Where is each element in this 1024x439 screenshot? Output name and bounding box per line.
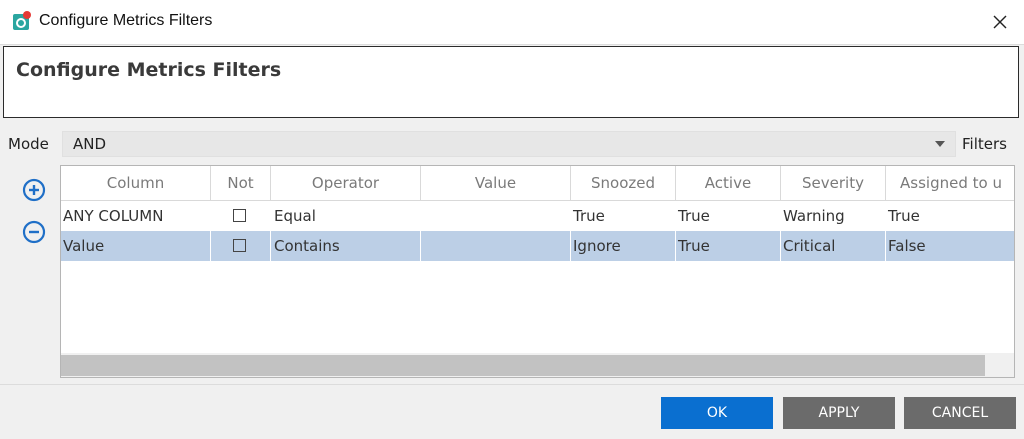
title-bar: Configure Metrics Filters bbox=[0, 0, 1024, 45]
not-checkbox[interactable] bbox=[233, 239, 246, 252]
page-title: Configure Metrics Filters bbox=[16, 59, 282, 81]
cell-snoozed[interactable]: Ignore bbox=[571, 231, 676, 261]
cell-column[interactable]: Value bbox=[61, 231, 211, 261]
cell-severity[interactable]: Critical bbox=[781, 231, 886, 261]
cell-severity[interactable]: Warning bbox=[781, 201, 886, 231]
horizontal-scrollbar[interactable] bbox=[61, 353, 1014, 377]
close-button[interactable] bbox=[976, 0, 1024, 44]
mode-label: Mode bbox=[8, 135, 49, 153]
chevron-down-icon bbox=[935, 141, 945, 147]
cell-operator[interactable]: Equal bbox=[271, 201, 421, 231]
cell-assigned[interactable]: False bbox=[886, 231, 1014, 261]
table-header: Column Not Operator Value Snoozed Active… bbox=[61, 166, 1014, 201]
cell-snoozed[interactable]: True bbox=[571, 201, 676, 231]
cell-active[interactable]: True bbox=[676, 231, 781, 261]
table-row-selected[interactable]: Value Contains Ignore True Critical Fals… bbox=[61, 231, 1014, 261]
column-header-assigned[interactable]: Assigned to u bbox=[886, 166, 1014, 200]
column-header-operator[interactable]: Operator bbox=[271, 166, 421, 200]
remove-filter-icon[interactable] bbox=[22, 220, 46, 244]
filters-table: Column Not Operator Value Snoozed Active… bbox=[60, 165, 1015, 378]
column-header-snoozed[interactable]: Snoozed bbox=[571, 166, 676, 200]
header-panel: Configure Metrics Filters bbox=[3, 46, 1019, 118]
mode-select[interactable]: AND bbox=[62, 131, 956, 157]
apply-button[interactable]: APPLY bbox=[783, 397, 895, 429]
filters-label: Filters bbox=[962, 135, 1007, 153]
table-row[interactable]: ANY COLUMN Equal True True Warning True bbox=[61, 201, 1014, 231]
cancel-button[interactable]: CANCEL bbox=[904, 397, 1016, 429]
column-header-value[interactable]: Value bbox=[421, 166, 571, 200]
cell-value[interactable] bbox=[421, 231, 571, 261]
window-title: Configure Metrics Filters bbox=[39, 12, 213, 29]
cell-assigned[interactable]: True bbox=[886, 201, 1014, 231]
add-filter-icon[interactable] bbox=[22, 178, 46, 202]
app-icon bbox=[13, 11, 31, 30]
not-checkbox[interactable] bbox=[233, 209, 246, 222]
column-header-column[interactable]: Column bbox=[61, 166, 211, 200]
ok-button[interactable]: OK bbox=[661, 397, 773, 429]
cell-value[interactable] bbox=[421, 201, 571, 231]
cell-operator[interactable]: Contains bbox=[271, 231, 421, 261]
column-header-active[interactable]: Active bbox=[676, 166, 781, 200]
column-header-not[interactable]: Not bbox=[211, 166, 271, 200]
mode-value: AND bbox=[73, 135, 107, 153]
scrollbar-thumb[interactable] bbox=[61, 355, 985, 376]
cell-column[interactable]: ANY COLUMN bbox=[61, 201, 211, 231]
close-icon bbox=[993, 15, 1007, 29]
cell-active[interactable]: True bbox=[676, 201, 781, 231]
footer-divider bbox=[0, 384, 1024, 385]
column-header-severity[interactable]: Severity bbox=[781, 166, 886, 200]
